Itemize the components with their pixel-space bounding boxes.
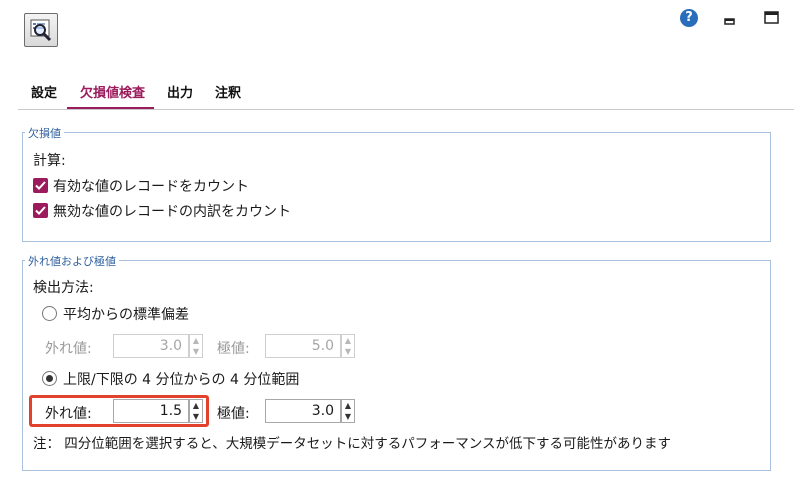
radio-selected-dot <box>46 375 53 382</box>
stddev-outlier-label: 外れ値: <box>45 341 92 357</box>
help-icon[interactable]: ? <box>680 9 698 27</box>
stepper-down-icon[interactable]: ▼ <box>342 346 354 357</box>
stddev-extreme-input[interactable]: 5.0 <box>265 334 341 358</box>
stepper-down-icon[interactable]: ▼ <box>190 346 202 357</box>
iqr-extreme-input[interactable]: 3.0 <box>265 399 341 423</box>
iqr-radio-label[interactable]: 上限/下限の 4 分位からの 4 分位範囲 <box>63 369 299 389</box>
performance-note: 注： 四分位範囲を選択すると、大規模データセットに対するパフォーマンスが低下する… <box>33 436 671 452</box>
stddev-radio[interactable] <box>42 306 57 321</box>
iqr-radio[interactable] <box>42 371 57 386</box>
missing-values-legend: 欠損値 <box>25 125 64 141</box>
stddev-extreme-stepper[interactable]: ▲ ▼ <box>341 334 355 358</box>
tab-missing-values-check[interactable]: 欠損値検査 <box>80 82 145 101</box>
maximize-icon[interactable] <box>764 10 780 29</box>
count-invalid-breakdown-label[interactable]: 無効な値のレコードの内訳をカウント <box>53 201 291 221</box>
calc-label: 計算: <box>33 153 66 169</box>
stepper-down-icon[interactable]: ▼ <box>342 411 354 422</box>
tab-annotations[interactable]: 注釈 <box>215 82 241 101</box>
count-valid-checkbox[interactable] <box>33 178 48 193</box>
report-magnifier-icon <box>24 13 58 47</box>
iqr-extreme-stepper[interactable]: ▲ ▼ <box>341 399 355 423</box>
stddev-extreme-label: 極値: <box>217 341 250 357</box>
stddev-radio-label[interactable]: 平均からの標準偏差 <box>63 304 189 324</box>
outliers-extremes-legend: 外れ値および極値 <box>25 253 119 269</box>
tab-divider <box>18 109 794 110</box>
tab-output[interactable]: 出力 <box>167 82 193 101</box>
stepper-up-icon[interactable]: ▲ <box>342 400 354 411</box>
count-valid-label[interactable]: 有効な値のレコードをカウント <box>53 176 249 196</box>
minimize-icon[interactable] <box>724 10 736 29</box>
tab-settings[interactable]: 設定 <box>31 82 57 101</box>
count-invalid-breakdown-checkbox[interactable] <box>33 203 48 218</box>
stddev-outlier-stepper[interactable]: ▲ ▼ <box>189 334 203 358</box>
iqr-outlier-highlight <box>29 395 209 427</box>
stepper-up-icon[interactable]: ▲ <box>190 335 202 346</box>
stddev-outlier-input[interactable]: 3.0 <box>113 334 189 358</box>
iqr-extreme-label: 極値: <box>217 406 250 422</box>
detection-method-label: 検出方法: <box>33 280 94 296</box>
stepper-up-icon[interactable]: ▲ <box>342 335 354 346</box>
